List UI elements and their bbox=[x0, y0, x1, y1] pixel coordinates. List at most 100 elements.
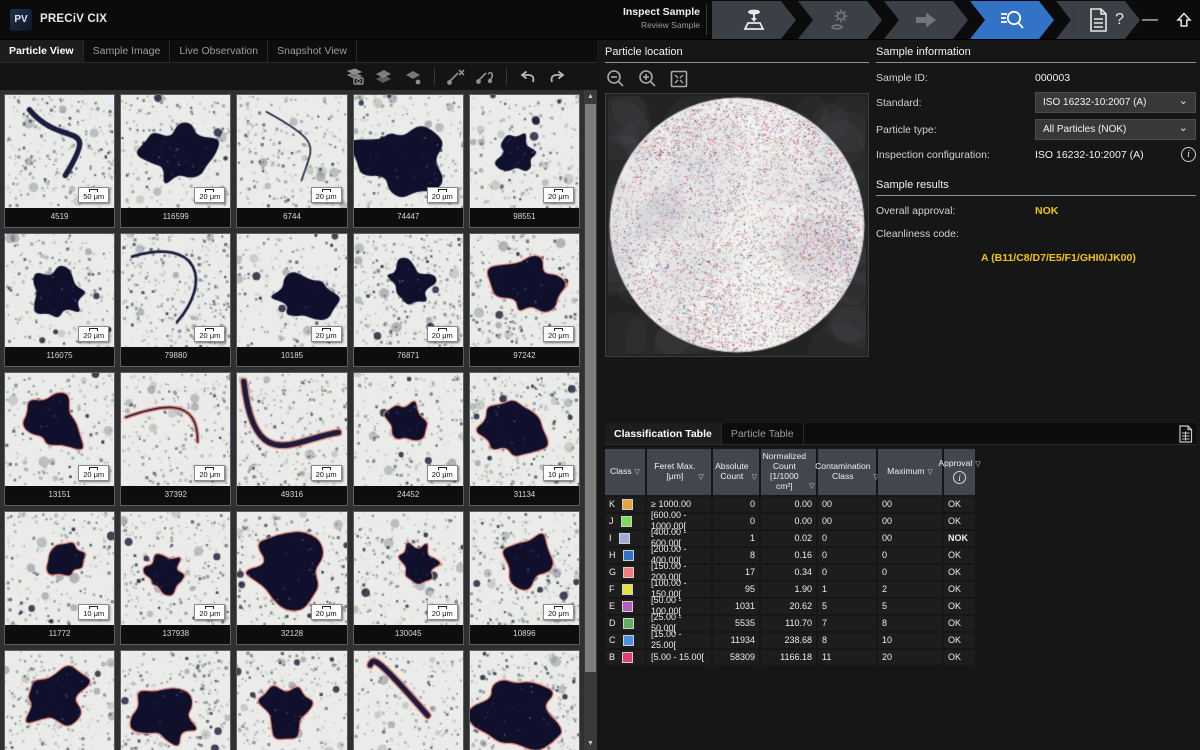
tab-live-observation[interactable]: Live Observation bbox=[170, 40, 268, 62]
tab-particle-table[interactable]: Particle Table bbox=[722, 423, 804, 444]
particle-thumbnail[interactable]: 10 μm11772 bbox=[4, 511, 115, 645]
particle-thumbnail[interactable]: 20 μm137938 bbox=[120, 511, 231, 645]
info-icon[interactable]: i bbox=[1181, 147, 1196, 162]
particle-thumbnail[interactable]: 20 μm24452 bbox=[353, 372, 464, 506]
particle-thumbnail[interactable]: 20 μm10896 bbox=[469, 511, 580, 645]
normalized-count-cell: 0.00 bbox=[761, 497, 816, 512]
particle-thumbnail[interactable]: 20 μm 13151 bbox=[4, 372, 115, 506]
step-run[interactable] bbox=[884, 1, 968, 39]
step-settings[interactable] bbox=[798, 1, 882, 39]
minimize-button[interactable]: — bbox=[1142, 0, 1158, 40]
split-particle-icon[interactable] bbox=[403, 67, 423, 87]
particle-thumbnail[interactable]: 20 μm10185 bbox=[236, 233, 347, 367]
info-icon[interactable]: i bbox=[953, 471, 966, 484]
exit-button[interactable] bbox=[1176, 12, 1192, 28]
table-row[interactable]: B[5.00 - 15.00[583091166.181120OK bbox=[605, 650, 1196, 665]
particle-thumbnail[interactable] bbox=[4, 650, 115, 750]
tab-sample-image[interactable]: Sample Image bbox=[84, 40, 171, 62]
particle-id-label: 13151 bbox=[5, 486, 114, 503]
sort-icon[interactable]: ▽ bbox=[975, 461, 980, 469]
scale-bar-badge: 20 μm bbox=[78, 465, 109, 481]
undo-icon[interactable] bbox=[518, 67, 538, 87]
tab-classification-table[interactable]: Classification Table bbox=[605, 423, 722, 444]
column-header[interactable]: Approval▽i bbox=[944, 449, 975, 495]
scale-bar-label: 20 μm bbox=[548, 192, 569, 201]
particle-thumbnail[interactable] bbox=[469, 650, 580, 750]
fit-view-icon[interactable] bbox=[669, 69, 689, 89]
column-header[interactable]: Contamination Class▽ bbox=[818, 449, 876, 495]
particle-thumbnail[interactable]: 20 μm37392 bbox=[120, 372, 231, 506]
particle-thumbnail[interactable]: 20 μm32128 bbox=[236, 511, 347, 645]
contamination-class-cell: 00 bbox=[818, 497, 876, 512]
particle-thumbnail[interactable]: 20 μm116075 bbox=[4, 233, 115, 367]
particle-thumbnail[interactable] bbox=[120, 650, 231, 750]
class-cell: K bbox=[605, 497, 645, 512]
particle-thumbnail[interactable]: 20 μm76871 bbox=[353, 233, 464, 367]
divider bbox=[1074, 8, 1075, 32]
restore-measurement-icon[interactable] bbox=[475, 67, 495, 87]
capture-particle-image-icon[interactable] bbox=[345, 67, 365, 87]
particle-grid-scrollbar[interactable]: ▲ ▼ bbox=[584, 90, 597, 750]
sort-icon[interactable]: ▽ bbox=[809, 483, 814, 491]
step-load-sample[interactable] bbox=[712, 1, 796, 39]
particle-thumbnail[interactable]: 20 μm49316 bbox=[236, 372, 347, 506]
scroll-up-icon[interactable]: ▲ bbox=[584, 93, 597, 100]
column-header[interactable]: Class▽ bbox=[605, 449, 645, 495]
column-header[interactable]: Feret Max. [μm]▽ bbox=[647, 449, 711, 495]
standard-dropdown[interactable]: ISO 16232-10:2007 (A) ⌄ bbox=[1035, 92, 1196, 113]
particle-thumbnail[interactable] bbox=[353, 650, 464, 750]
delete-measurement-icon[interactable] bbox=[446, 67, 466, 87]
class-cell: B bbox=[605, 650, 645, 665]
particle-thumbnail[interactable]: 50 μm4519 bbox=[4, 94, 115, 228]
particle-type-dropdown[interactable]: All Particles (NOK) ⌄ bbox=[1035, 119, 1196, 140]
step-review[interactable] bbox=[970, 1, 1054, 39]
particle-thumbnail[interactable]: 20 μm79880 bbox=[120, 233, 231, 367]
particle-thumbnail[interactable]: 10 μm31134 bbox=[469, 372, 580, 506]
app-logo: PV bbox=[10, 9, 32, 31]
merge-particles-icon[interactable] bbox=[374, 67, 394, 87]
particle-thumbnail[interactable]: 20 μm116599 bbox=[120, 94, 231, 228]
sort-icon[interactable]: ▽ bbox=[698, 474, 703, 482]
zoom-in-icon[interactable] bbox=[637, 69, 657, 89]
class-color-swatch bbox=[622, 601, 633, 612]
table-row[interactable]: C[15.00 - 25.00[11934238.68810OK bbox=[605, 633, 1196, 648]
sort-icon[interactable]: ▽ bbox=[927, 469, 932, 477]
zoom-out-icon[interactable] bbox=[605, 69, 625, 89]
thumbnail-image bbox=[121, 651, 230, 750]
tab-snapshot-view[interactable]: Snapshot View bbox=[268, 40, 357, 62]
scroll-down-icon[interactable]: ▼ bbox=[584, 740, 597, 747]
cleanliness-code-label: Cleanliness code: bbox=[876, 228, 1035, 240]
particle-thumbnail[interactable]: 20 μm97242 bbox=[469, 233, 580, 367]
particle-thumbnail[interactable] bbox=[236, 650, 347, 750]
particle-map-canvas[interactable] bbox=[608, 96, 866, 354]
thumbnail-image: 20 μm bbox=[470, 234, 579, 347]
absolute-count-cell: 11934 bbox=[713, 633, 759, 648]
thumbnail-image: 10 μm bbox=[470, 373, 579, 486]
sort-icon[interactable]: ▽ bbox=[752, 474, 757, 482]
contamination-class-cell: 1 bbox=[818, 582, 876, 597]
particle-thumbnail[interactable]: 20 μm98551 bbox=[469, 94, 580, 228]
particle-thumbnail[interactable]: 20 μm74447 bbox=[353, 94, 464, 228]
particle-thumbnail[interactable]: 20 μm6744 bbox=[236, 94, 347, 228]
scale-bar-badge: 20 μm bbox=[311, 465, 342, 481]
column-header[interactable]: Absolute Count▽ bbox=[713, 449, 759, 495]
sort-icon[interactable]: ▽ bbox=[635, 469, 640, 477]
scale-bar-badge: 10 μm bbox=[78, 604, 109, 620]
column-header[interactable]: Normalized Count [1/1000 cm²]▽ bbox=[761, 449, 816, 495]
step-title: Inspect Sample bbox=[580, 6, 700, 18]
column-label: Contamination Class bbox=[815, 462, 870, 482]
scale-bar-badge: 20 μm bbox=[311, 187, 342, 203]
particle-id-label: 76871 bbox=[354, 347, 463, 364]
column-header[interactable]: Maximum▽ bbox=[878, 449, 942, 495]
maximum-cell: 10 bbox=[878, 633, 942, 648]
thumbnail-image: 50 μm bbox=[5, 95, 114, 208]
particle-thumbnail[interactable]: 20 μm130045 bbox=[353, 511, 464, 645]
export-table-button[interactable] bbox=[1178, 425, 1193, 443]
help-button[interactable]: ? bbox=[1115, 0, 1124, 40]
scale-bar-badge: 20 μm bbox=[543, 604, 574, 620]
redo-icon[interactable] bbox=[547, 67, 567, 87]
scrollbar-thumb[interactable] bbox=[585, 104, 596, 672]
thumbnail-canvas bbox=[5, 651, 114, 750]
contamination-class-cell: 0 bbox=[818, 548, 876, 563]
tab-particle-view[interactable]: Particle View bbox=[0, 40, 84, 62]
